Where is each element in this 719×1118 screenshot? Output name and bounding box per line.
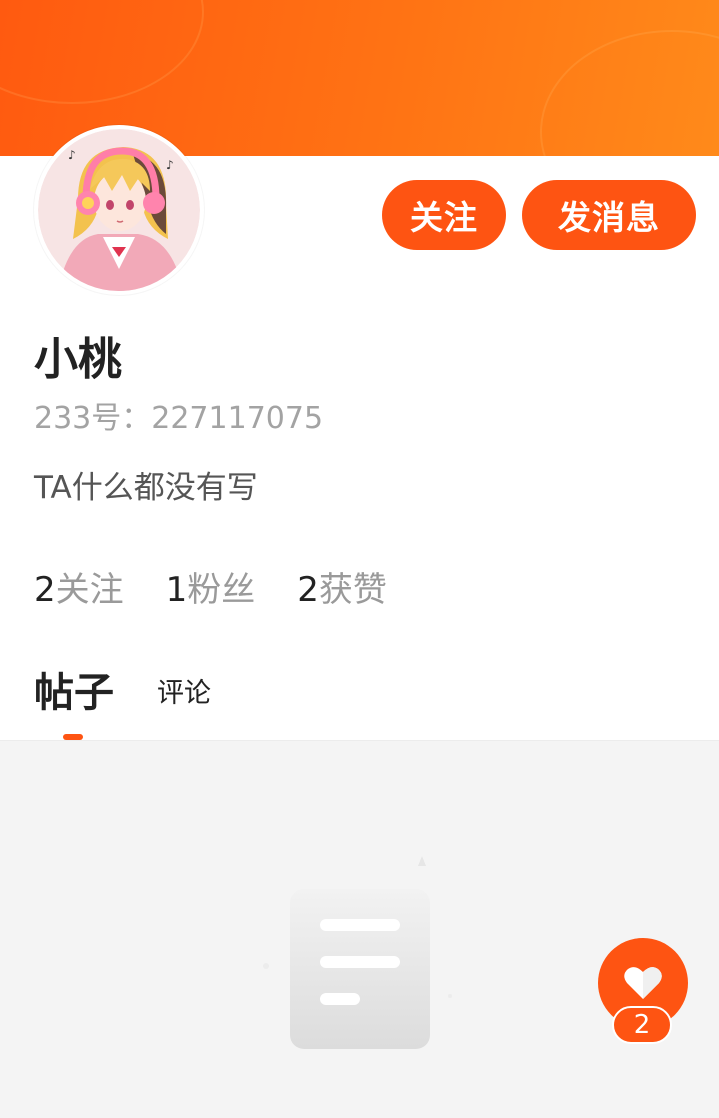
stat-label: 获赞	[318, 570, 387, 610]
tab-comments[interactable]: 评论	[157, 676, 211, 712]
heart-icon	[624, 967, 662, 999]
user-id: 233号：227117075	[34, 401, 324, 436]
svg-text:♪: ♪	[166, 158, 174, 172]
stat-followers[interactable]: 1 粉丝	[166, 568, 256, 612]
stat-value: 2	[34, 570, 56, 610]
stat-value: 1	[165, 570, 188, 610]
stat-value: 2	[297, 570, 319, 610]
svg-text:♪: ♪	[68, 148, 76, 162]
username: 小桃	[34, 334, 122, 385]
stat-following[interactable]: 2 关注	[34, 568, 124, 612]
anime-girl-avatar: ♪ ♪	[38, 129, 200, 291]
like-count-badge: 2	[612, 1006, 672, 1044]
follow-button[interactable]: 关注	[382, 180, 506, 250]
send-message-button[interactable]: 发消息	[522, 180, 696, 250]
stat-likes[interactable]: 2 获赞	[297, 568, 387, 612]
empty-document-icon	[250, 851, 470, 1065]
stats-row: 2 关注 1 粉丝 2 获赞	[34, 568, 429, 612]
user-bio: TA什么都没有写	[34, 470, 258, 506]
posts-content-area	[0, 740, 719, 1118]
tab-posts[interactable]: 帖子	[34, 668, 114, 718]
avatar[interactable]: ♪ ♪	[34, 125, 204, 295]
stat-label: 关注	[55, 570, 124, 610]
stat-label: 粉丝	[187, 570, 256, 610]
